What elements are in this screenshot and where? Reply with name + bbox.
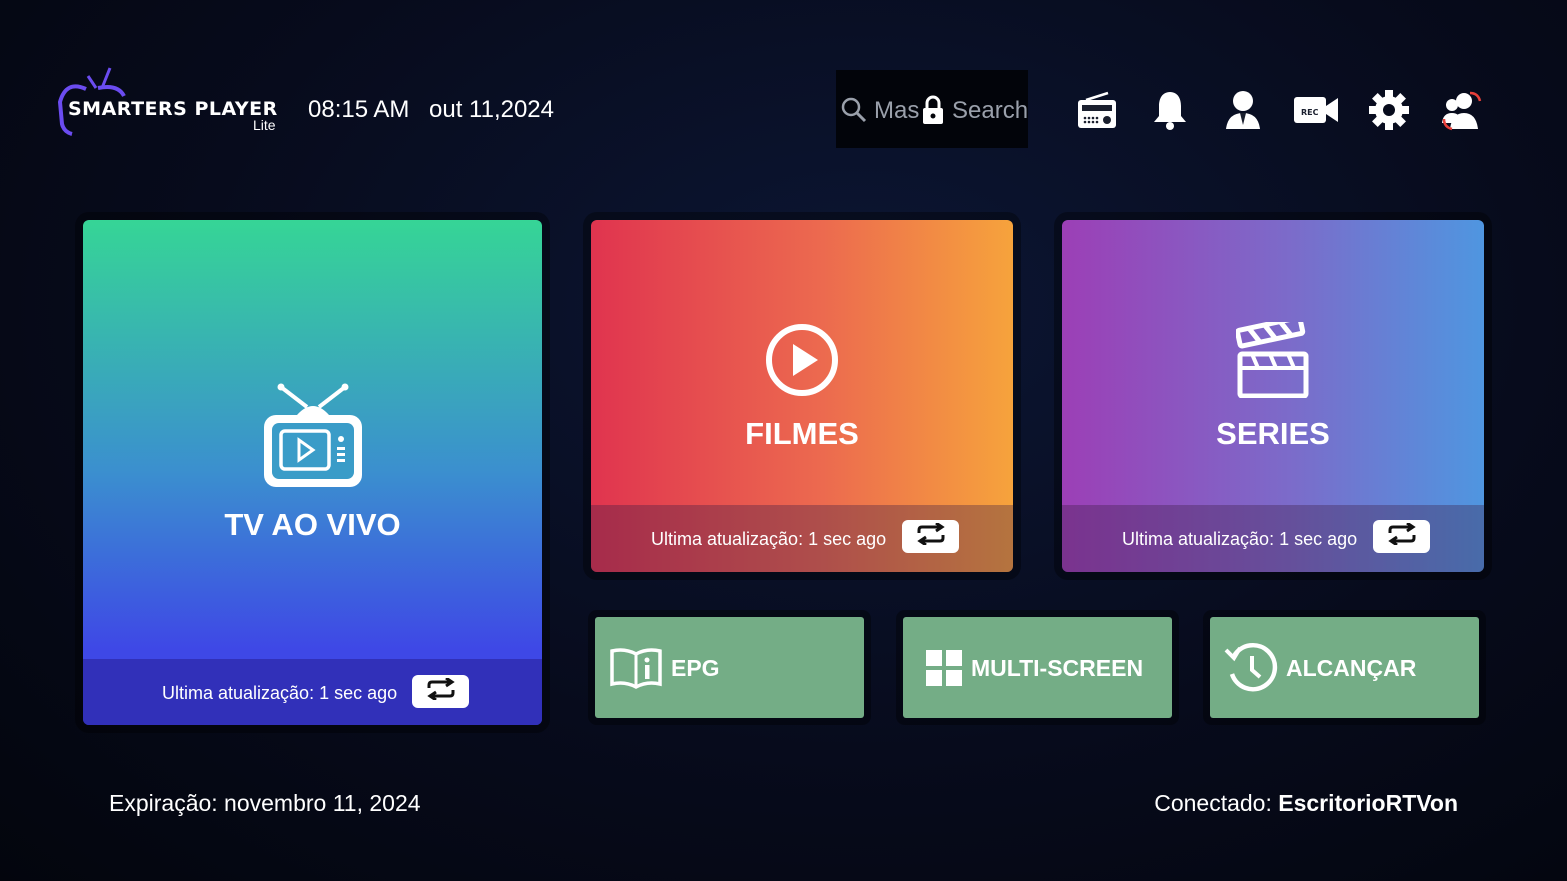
history-icon bbox=[1224, 642, 1278, 693]
radio-icon[interactable] bbox=[1073, 86, 1121, 134]
logo-title: SMARTERS PLAYER bbox=[68, 98, 278, 120]
user-icon[interactable] bbox=[1219, 86, 1267, 134]
multi-screen-tile[interactable]: MULTI-SCREEN bbox=[903, 617, 1172, 718]
live-tv-refresh-button[interactable] bbox=[412, 675, 469, 708]
live-tv-footer: Ultima atualização: 1 sec ago bbox=[83, 659, 542, 725]
live-tv-label: TV AO VIVO bbox=[224, 507, 401, 542]
search-placeholder-right: Search bbox=[952, 97, 1029, 124]
logo-subtitle: Lite bbox=[253, 117, 276, 133]
svg-text:REC: REC bbox=[1301, 108, 1319, 117]
series-refresh-button[interactable] bbox=[1373, 520, 1430, 553]
gear-icon[interactable] bbox=[1365, 86, 1413, 134]
grid-icon bbox=[917, 643, 971, 693]
movies-refresh-button[interactable] bbox=[902, 520, 959, 553]
movies-footer: Ultima atualização: 1 sec ago bbox=[591, 505, 1013, 572]
epg-label: EPG bbox=[671, 655, 720, 681]
book-info-icon bbox=[609, 643, 663, 693]
multi-screen-label: MULTI-SCREEN bbox=[971, 655, 1144, 681]
catchup-label: ALCANÇAR bbox=[1286, 655, 1417, 681]
tv-icon bbox=[261, 383, 365, 494]
search-icon bbox=[840, 96, 868, 129]
home-screen: SMARTERS PLAYER Lite 08:15 AM out 11,202… bbox=[0, 0, 1567, 881]
refresh-icon bbox=[916, 521, 946, 550]
record-icon[interactable]: REC bbox=[1292, 86, 1340, 134]
connection-status: Conectado: EscritorioRTVon bbox=[1154, 790, 1458, 817]
series-label: SERIES bbox=[1216, 416, 1330, 451]
series-footer: Ultima atualização: 1 sec ago bbox=[1062, 505, 1484, 572]
connected-label: Conectado: bbox=[1154, 790, 1272, 816]
live-tv-tile[interactable]: TV AO VIVO Ultima atualização: 1 sec ago bbox=[83, 220, 542, 725]
epg-tile[interactable]: EPG bbox=[595, 617, 864, 718]
movies-tile[interactable]: FILMES Ultima atualização: 1 sec ago bbox=[591, 220, 1013, 572]
movies-update-text: Ultima atualização: 1 sec ago bbox=[651, 529, 887, 549]
bell-icon[interactable] bbox=[1146, 86, 1194, 134]
play-circle-icon bbox=[764, 322, 840, 403]
clapperboard-icon bbox=[1235, 315, 1310, 403]
series-tile[interactable]: SERIES Ultima atualização: 1 sec ago bbox=[1062, 220, 1484, 572]
live-tv-update-text: Ultima atualização: 1 sec ago bbox=[162, 683, 398, 703]
search-placeholder-left: Mas bbox=[874, 97, 920, 124]
app-logo: SMARTERS PLAYER Lite bbox=[58, 62, 288, 140]
search-box[interactable]: Mas Search bbox=[836, 70, 1028, 148]
clock-date: out 11,2024 bbox=[429, 96, 555, 123]
series-update-text: Ultima atualização: 1 sec ago bbox=[1122, 529, 1358, 549]
refresh-icon bbox=[1387, 521, 1417, 550]
clock-time: 08:15 AM bbox=[308, 96, 410, 123]
expiration-text: Expiração: novembro 11, 2024 bbox=[109, 790, 421, 816]
switch-user-icon[interactable] bbox=[1438, 86, 1486, 134]
catchup-tile[interactable]: ALCANÇAR bbox=[1210, 617, 1479, 718]
lock-icon bbox=[920, 94, 946, 131]
refresh-icon bbox=[426, 676, 456, 705]
movies-label: FILMES bbox=[745, 416, 859, 451]
connected-user: EscritorioRTVon bbox=[1278, 790, 1458, 816]
